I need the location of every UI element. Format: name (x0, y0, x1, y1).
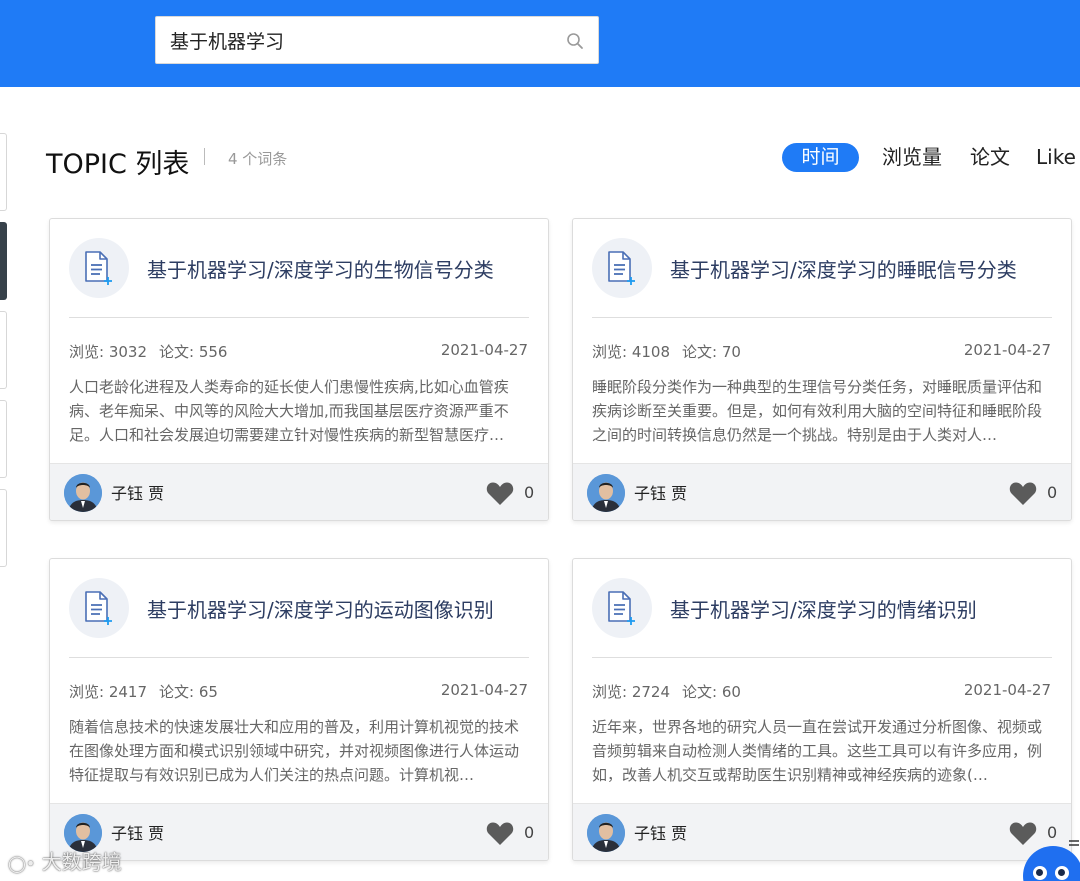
avatar[interactable] (587, 814, 625, 852)
top-bar (0, 0, 1080, 87)
card-stats: 浏览: 3032 论文: 556 (69, 341, 227, 362)
watermark-text: 大数跨境 (41, 850, 122, 874)
card-date: 2021-04-27 (963, 341, 1051, 359)
card-title[interactable]: 基于机器学习/深度学习的情绪识别 (670, 594, 977, 623)
title-separator (204, 148, 205, 165)
card-date: 2021-04-27 (440, 681, 528, 699)
document-icon (592, 238, 652, 298)
side-tab-2[interactable] (0, 222, 7, 300)
card-date: 2021-04-27 (440, 341, 528, 359)
card-divider (592, 657, 1052, 658)
assistant-eye-icon (1055, 866, 1069, 880)
sort-option-time[interactable]: 时间 (782, 143, 859, 172)
card-title[interactable]: 基于机器学习/深度学习的运动图像识别 (147, 594, 494, 623)
card-divider (69, 317, 529, 318)
card-title[interactable]: 基于机器学习/深度学习的生物信号分类 (147, 254, 494, 283)
author-name[interactable]: 子钰 贾 (111, 480, 164, 504)
topic-card[interactable]: 基于机器学习/深度学习的运动图像识别 浏览: 2417 论文: 65 2021-0… (49, 558, 549, 861)
paper-count: 论文: 65 (159, 683, 218, 701)
document-icon (592, 578, 652, 638)
wechat-icon: ◯• (8, 854, 36, 873)
search-icon[interactable] (566, 32, 584, 50)
view-count: 浏览: 2724 (592, 683, 670, 701)
author-name[interactable]: 子钰 贾 (634, 480, 687, 504)
heart-icon[interactable] (486, 481, 514, 506)
card-stats: 浏览: 2724 论文: 60 (592, 681, 741, 702)
like-count: 0 (524, 823, 535, 842)
card-divider (69, 657, 529, 658)
topic-card[interactable]: 基于机器学习/深度学习的情绪识别 浏览: 2724 论文: 60 2021-04-… (572, 558, 1072, 861)
card-divider (592, 317, 1052, 318)
paper-count: 论文: 556 (159, 343, 228, 361)
card-footer: 子钰 贾 0 (50, 463, 548, 520)
watermark: ◯• 大数跨境 (8, 846, 122, 875)
author-name[interactable]: 子钰 贾 (634, 820, 687, 844)
card-date: 2021-04-27 (963, 681, 1051, 699)
card-title[interactable]: 基于机器学习/深度学习的睡眠信号分类 (670, 254, 1017, 283)
paper-count: 论文: 60 (682, 683, 741, 701)
sort-option-views[interactable]: 浏览量 (882, 143, 942, 172)
avatar[interactable] (587, 474, 625, 512)
card-footer: 子钰 贾 0 (573, 463, 1071, 520)
heart-icon[interactable] (1009, 481, 1037, 506)
title-row: TOPIC 列表 4 个词条 时间 浏览量 论文 Like (46, 140, 1080, 180)
page-title: TOPIC 列表 (46, 149, 190, 180)
like-count: 0 (524, 483, 535, 502)
card-description: 随着信息技术的快速发展壮大和应用的普及，利用计算机视觉的技术在图像处理方面和模式… (69, 718, 520, 784)
side-tab-1[interactable] (0, 133, 7, 211)
assistant-eye-icon (1033, 866, 1047, 880)
card-description: 近年来，世界各地的研究人员一直在尝试开发通过分析图像、视频或音频剪辑来自动检测人… (592, 718, 1043, 784)
card-footer: 子钰 贾 0 (573, 803, 1071, 860)
side-tab-3[interactable] (0, 311, 7, 389)
topic-count: 4 个词条 (228, 150, 288, 168)
card-description: 睡眠阶段分类作为一种典型的生理信号分类任务，对睡眠质量评估和疾病诊断至关重要。但… (592, 378, 1043, 444)
view-count: 浏览: 3032 (69, 343, 147, 361)
topic-card[interactable]: 基于机器学习/深度学习的睡眠信号分类 浏览: 4108 论文: 70 2021-0… (572, 218, 1072, 521)
side-tab-5[interactable] (0, 489, 7, 567)
view-count: 浏览: 4108 (592, 343, 670, 361)
sort-option-papers[interactable]: 论文 (970, 143, 1010, 172)
card-stats: 浏览: 4108 论文: 70 (592, 341, 741, 362)
avatar[interactable] (64, 474, 102, 512)
heart-icon[interactable] (1009, 821, 1037, 846)
side-tab-4[interactable] (0, 400, 7, 478)
document-icon (69, 578, 129, 638)
search-input[interactable] (170, 17, 560, 63)
author-name[interactable]: 子钰 贾 (111, 820, 164, 844)
paper-count: 论文: 70 (682, 343, 741, 361)
heart-icon[interactable] (486, 821, 514, 846)
like-count: 0 (1047, 483, 1058, 502)
card-description: 人口老龄化进程及人类寿命的延长使人们患慢性疾病,比如心血管疾病、老年痴呆、中风等… (69, 378, 509, 444)
search-box[interactable] (155, 16, 599, 64)
sort-option-like[interactable]: Like (1036, 143, 1076, 172)
document-icon (69, 238, 129, 298)
card-footer: 子钰 贾 0 (50, 803, 548, 860)
view-count: 浏览: 2417 (69, 683, 147, 701)
topic-card[interactable]: 基于机器学习/深度学习的生物信号分类 浏览: 3032 论文: 556 2021-… (49, 218, 549, 521)
like-count: 0 (1047, 823, 1058, 842)
card-stats: 浏览: 2417 论文: 65 (69, 681, 218, 702)
menu-icon[interactable] (1068, 838, 1080, 850)
